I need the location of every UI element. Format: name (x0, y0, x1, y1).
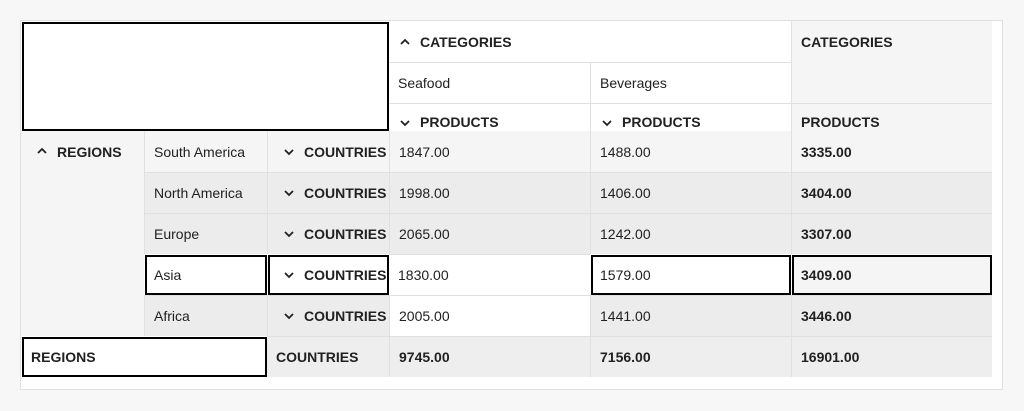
data-cell[interactable]: 1406.00 (590, 172, 791, 213)
categories-label: CATEGORIES (420, 33, 512, 50)
grand-total-cell[interactable]: 16901.00 (791, 336, 992, 377)
cell-value: 3307.00 (801, 226, 852, 242)
chevron-down-icon[interactable] (282, 268, 296, 282)
cell-value: 1579.00 (600, 267, 651, 283)
products-label: PRODUCTS (622, 114, 701, 130)
cell-value: 1998.00 (399, 185, 450, 201)
chevron-down-icon[interactable] (398, 116, 412, 130)
regions-total-header[interactable]: REGIONS (22, 337, 267, 377)
cell-value: 16901.00 (801, 349, 860, 365)
region-label: Asia (154, 267, 182, 283)
grand-total-cell[interactable]: 9745.00 (389, 336, 590, 377)
products-header-beverages[interactable]: PRODUCTS (590, 103, 791, 131)
regions-header[interactable]: REGIONS (21, 131, 144, 336)
countries-label: COUNTRIES (304, 185, 387, 201)
countries-label: COUNTRIES (304, 143, 387, 160)
category-total-spacer (791, 62, 992, 103)
total-cell[interactable]: 3335.00 (791, 131, 992, 172)
chevron-down-icon[interactable] (282, 227, 296, 241)
countries-label: COUNTRIES (304, 308, 387, 324)
cell-value: 2005.00 (399, 308, 450, 324)
products-total-label: PRODUCTS (801, 114, 880, 130)
cell-value: 1242.00 (600, 226, 651, 242)
products-total-header[interactable]: PRODUCTS (791, 103, 992, 131)
data-cell[interactable]: 1830.00 (389, 254, 590, 295)
pivot-grid: CATEGORIES CATEGORIES Seafood Beverages … (20, 20, 1003, 390)
countries-header[interactable]: COUNTRIES (267, 131, 389, 172)
region-label: South America (154, 143, 246, 160)
cell-value: 9745.00 (399, 349, 450, 365)
data-cell[interactable]: 1441.00 (590, 295, 791, 336)
countries-label: COUNTRIES (304, 267, 387, 283)
cell-value: 2065.00 (399, 226, 450, 242)
categories-header[interactable]: CATEGORIES (389, 21, 791, 62)
region-cell[interactable]: Africa (144, 295, 267, 336)
categories-total-header[interactable]: CATEGORIES (791, 21, 992, 62)
category-beverages[interactable]: Beverages (590, 62, 791, 103)
cell-value: 7156.00 (600, 349, 651, 365)
chevron-up-icon[interactable] (35, 144, 49, 158)
total-cell[interactable]: 3446.00 (791, 295, 992, 336)
regions-total-label: REGIONS (31, 349, 96, 365)
category-seafood[interactable]: Seafood (389, 62, 590, 103)
chevron-up-icon[interactable] (398, 35, 412, 49)
cell-value: 1830.00 (398, 267, 449, 283)
region-cell[interactable]: South America (144, 131, 267, 172)
data-cell[interactable]: 1488.00 (590, 131, 791, 172)
chevron-down-icon[interactable] (282, 309, 296, 323)
chevron-down-icon[interactable] (600, 116, 614, 130)
total-cell[interactable]: 3404.00 (791, 172, 992, 213)
region-label: North America (154, 185, 243, 201)
cell-value: 1847.00 (399, 143, 450, 160)
region-cell[interactable]: North America (144, 172, 267, 213)
products-header-seafood[interactable]: PRODUCTS (389, 103, 590, 131)
region-label: Africa (154, 308, 190, 324)
cell-value: 3404.00 (801, 185, 852, 201)
grand-total-cell[interactable]: 7156.00 (590, 336, 791, 377)
region-label: Europe (154, 226, 200, 242)
countries-total-label: COUNTRIES (276, 349, 359, 365)
region-cell[interactable]: Asia (145, 255, 267, 295)
chevron-down-icon[interactable] (282, 186, 296, 200)
cell-value: 1441.00 (600, 308, 651, 324)
data-cell[interactable]: 2005.00 (389, 295, 590, 336)
chevron-down-icon[interactable] (282, 145, 296, 159)
regions-label: REGIONS (57, 144, 122, 160)
products-label: PRODUCTS (420, 114, 499, 130)
countries-header[interactable]: COUNTRIES (267, 213, 389, 254)
data-cell[interactable]: 2065.00 (389, 213, 590, 254)
data-cell[interactable]: 1242.00 (590, 213, 791, 254)
countries-label: COUNTRIES (304, 226, 387, 242)
data-cell[interactable]: 1998.00 (389, 172, 590, 213)
cell-value: 1406.00 (600, 185, 651, 201)
data-cell[interactable]: 1579.00 (591, 255, 791, 295)
cell-value: 3446.00 (801, 308, 852, 324)
corner-cell[interactable] (22, 22, 389, 131)
cell-value: 1488.00 (600, 143, 651, 160)
cell-value: 3335.00 (801, 143, 852, 160)
total-cell[interactable]: 3409.00 (792, 255, 992, 295)
countries-total-header[interactable]: COUNTRIES (267, 336, 389, 377)
countries-header[interactable]: COUNTRIES (268, 255, 389, 295)
category-label: Seafood (398, 75, 451, 91)
cell-value: 3409.00 (801, 267, 852, 283)
total-cell[interactable]: 3307.00 (791, 213, 992, 254)
categories-total-label: CATEGORIES (801, 33, 893, 50)
countries-header[interactable]: COUNTRIES (267, 172, 389, 213)
region-cell[interactable]: Europe (144, 213, 267, 254)
data-cell[interactable]: 1847.00 (389, 131, 590, 172)
category-label: Beverages (600, 75, 667, 91)
countries-header[interactable]: COUNTRIES (267, 295, 389, 336)
